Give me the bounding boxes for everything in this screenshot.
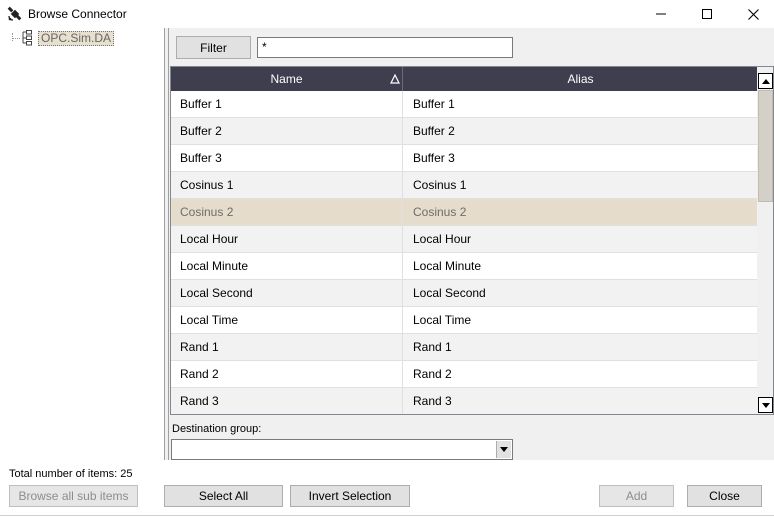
- filter-button[interactable]: Filter: [176, 36, 251, 59]
- minimize-icon: [656, 13, 666, 15]
- table-row[interactable]: Local Time Local Time: [171, 307, 757, 334]
- table-row[interactable]: Cosinus 1 Cosinus 1: [171, 172, 757, 199]
- cell-alias: Rand 2: [413, 367, 452, 381]
- tree-connector: [12, 33, 13, 41]
- table-row[interactable]: Rand 3 Rand 3: [171, 388, 757, 414]
- sort-ascending-icon: [390, 74, 400, 84]
- cell-alias: Rand 1: [413, 340, 452, 354]
- table-row[interactable]: Local Hour Local Hour: [171, 226, 757, 253]
- server-tree-icon: [22, 30, 32, 46]
- cell-name: Buffer 2: [171, 118, 403, 144]
- grid-header: Name Alias: [171, 67, 757, 91]
- cell-name: Rand 2: [171, 361, 403, 387]
- cell-alias: Cosinus 1: [413, 178, 467, 192]
- cell-name: Cosinus 2: [171, 199, 403, 225]
- column-header-label: Name: [270, 72, 303, 86]
- destination-group-label: Destination group:: [172, 423, 262, 435]
- tree-node-opc-sim-da[interactable]: OPC.Sim.DA: [38, 31, 115, 46]
- cell-alias: Buffer 1: [413, 97, 455, 111]
- grid-rows: Buffer 1 Buffer 1 Buffer 2 Buffer 2 Buff…: [171, 91, 757, 414]
- select-all-button[interactable]: Select All: [164, 485, 283, 507]
- grid-vertical-scrollbar[interactable]: [757, 67, 773, 414]
- table-row[interactable]: Rand 1 Rand 1: [171, 334, 757, 361]
- cell-alias: Buffer 3: [413, 151, 455, 165]
- table-row[interactable]: Local Minute Local Minute: [171, 253, 757, 280]
- scroll-down-button[interactable]: [758, 397, 773, 413]
- close-icon: [747, 8, 759, 20]
- cell-name: Cosinus 1: [171, 172, 403, 198]
- cell-name: Local Hour: [171, 226, 403, 252]
- cell-alias: Rand 3: [413, 394, 452, 408]
- cell-name: Rand 3: [171, 388, 403, 414]
- table-row[interactable]: Rand 2 Rand 2: [171, 361, 757, 388]
- cell-alias: Local Minute: [413, 259, 482, 273]
- dropdown-button[interactable]: [496, 441, 511, 458]
- filter-input[interactable]: *: [257, 37, 513, 58]
- cell-alias: Cosinus 2: [413, 205, 467, 219]
- browse-all-sub-items-button[interactable]: Browse all sub items: [9, 485, 138, 507]
- title-bar: Browse Connector: [0, 0, 774, 28]
- maximize-icon: [702, 9, 712, 19]
- cell-alias: Buffer 2: [413, 124, 455, 138]
- triangle-down-icon: [761, 402, 770, 408]
- table-row[interactable]: Buffer 3 Buffer 3: [171, 145, 757, 172]
- table-row-selected[interactable]: Cosinus 2 Cosinus 2: [171, 199, 757, 226]
- invert-selection-button[interactable]: Invert Selection: [290, 485, 410, 507]
- cell-name: Local Second: [171, 280, 403, 306]
- destination-group-select[interactable]: [171, 439, 513, 460]
- close-window-button[interactable]: [730, 0, 774, 28]
- cell-alias: Local Time: [413, 313, 472, 327]
- tree-connector: [12, 38, 20, 39]
- cell-alias: Local Hour: [413, 232, 472, 246]
- tree-pane: [0, 28, 164, 460]
- total-items-count: Total number of items: 25: [9, 468, 133, 480]
- scroll-up-button[interactable]: [758, 73, 773, 89]
- satellite-icon: [7, 6, 22, 21]
- table-row[interactable]: Buffer 1 Buffer 1: [171, 91, 757, 118]
- items-grid: Name Alias Buffer 1 Buffer 1 Buffer 2 Bu…: [170, 66, 774, 415]
- column-header-name[interactable]: Name: [171, 67, 403, 91]
- close-button[interactable]: Close: [687, 485, 762, 507]
- table-row[interactable]: Buffer 2 Buffer 2: [171, 118, 757, 145]
- minimize-button[interactable]: [638, 0, 684, 28]
- cell-name: Local Time: [171, 307, 403, 333]
- add-button[interactable]: Add: [599, 485, 674, 507]
- window-bottom-border: [0, 515, 774, 516]
- triangle-up-icon: [761, 78, 770, 84]
- cell-name: Buffer 1: [171, 91, 403, 117]
- maximize-button[interactable]: [684, 0, 730, 28]
- cell-name: Local Minute: [171, 253, 403, 279]
- cell-name: Buffer 3: [171, 145, 403, 171]
- column-header-alias[interactable]: Alias: [404, 67, 757, 91]
- table-row[interactable]: Local Second Local Second: [171, 280, 757, 307]
- chevron-down-icon: [500, 447, 508, 452]
- scroll-thumb[interactable]: [758, 90, 773, 202]
- cell-name: Rand 1: [171, 334, 403, 360]
- window-title: Browse Connector: [28, 7, 127, 21]
- cell-alias: Local Second: [413, 286, 486, 300]
